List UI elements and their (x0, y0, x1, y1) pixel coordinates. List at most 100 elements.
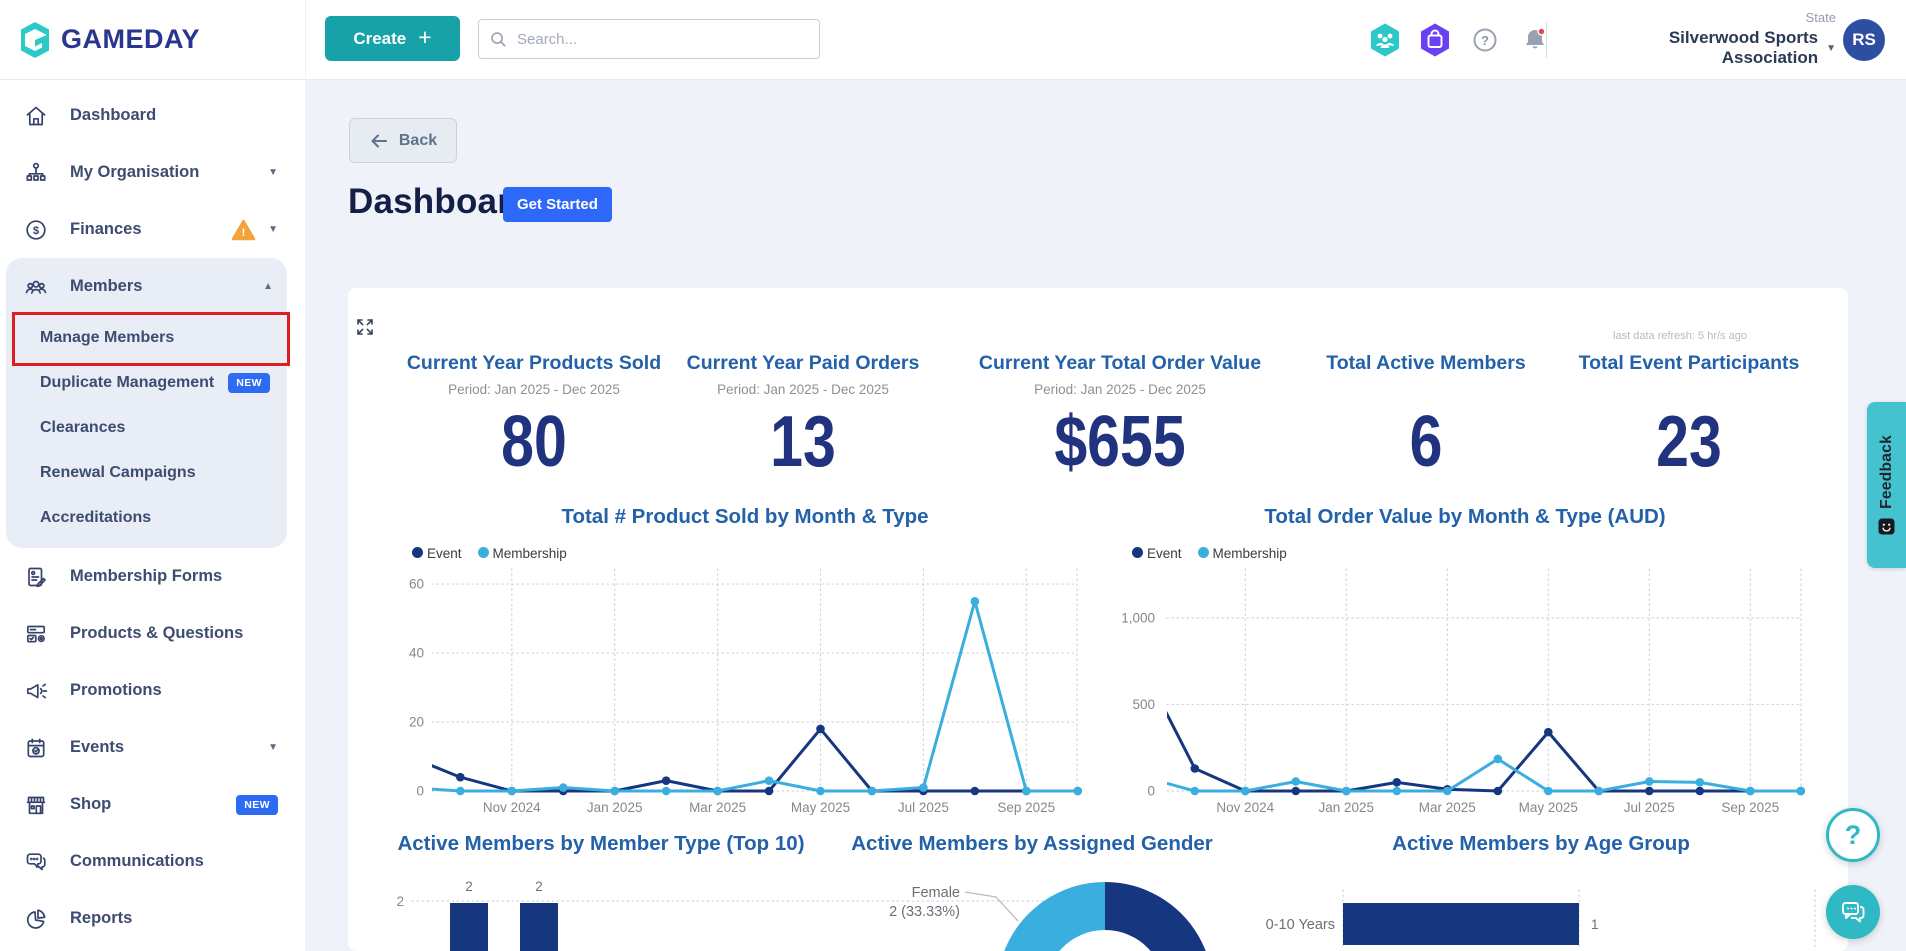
chevron-down-icon: ▼ (268, 167, 278, 178)
top-header: GAMEDAY Create + Search... ? State Silve… (0, 0, 1906, 80)
sidebar-item-shop[interactable]: Shop NEW (0, 776, 292, 833)
kpi-value: $655 (1054, 402, 1186, 482)
kpi-card-1: Current Year Paid Orders Period: Jan 2025… (672, 352, 934, 478)
expand-icon[interactable] (356, 318, 376, 338)
chart-products-sold-by-month: Total # Product Sold by Month & Type Eve… (395, 505, 1095, 835)
network-hexagon-icon[interactable] (1368, 22, 1402, 58)
svg-text:Nov 2024: Nov 2024 (483, 800, 541, 815)
home-icon (24, 104, 50, 128)
sidebar-subitem-clearances[interactable]: Clearances (6, 405, 287, 450)
org-level-label: State (1805, 10, 1836, 25)
create-button[interactable]: Create + (325, 16, 460, 61)
sidebar-item-label: Renewal Campaigns (40, 463, 196, 481)
chart-title: Total Order Value by Month & Type (AUD) (1264, 505, 1666, 528)
help-icon[interactable]: ? (1468, 22, 1502, 58)
sidebar-item-members[interactable]: Members ▲ (6, 258, 287, 315)
svg-text:May 2025: May 2025 (1519, 800, 1578, 815)
back-button[interactable]: Back (349, 118, 457, 163)
org-switcher[interactable]: State Silverwood Sports Association ▼ (1570, 10, 1836, 68)
legend-item-membership: Membership (1197, 546, 1287, 561)
svg-text:60: 60 (409, 577, 424, 592)
sidebar-item-label: Membership Forms (70, 567, 223, 585)
sidebar-item-label: Members (70, 277, 143, 295)
svg-text:Mar 2025: Mar 2025 (689, 800, 746, 815)
sidebar-item-promotions[interactable]: Promotions (0, 662, 292, 719)
sidebar-item-membership-forms[interactable]: Membership Forms (0, 548, 292, 605)
sidebar-item-label: Accreditations (40, 508, 152, 526)
sidebar-item-finances[interactable]: $ Finances! ▼ (0, 201, 292, 258)
kpi-card-3: Total Active Members 6 (1290, 352, 1562, 478)
svg-text:2: 2 (396, 894, 404, 909)
sidebar-item-events[interactable]: Events ▼ (0, 719, 292, 776)
kpi-period: Period: Jan 2025 - Dec 2025 (717, 382, 889, 397)
help-fab-button[interactable]: ? (1826, 808, 1880, 862)
search-icon (489, 30, 507, 48)
chat-bubbles-icon (1842, 902, 1865, 923)
kpi-value: 23 (1656, 402, 1722, 482)
sidebar-item-products-questions[interactable]: Products & Questions (0, 605, 292, 662)
sidebar-item-label: Promotions (70, 681, 162, 699)
org-chart-icon (24, 161, 50, 185)
sidebar-item-label: My Organisation (70, 163, 200, 181)
sidebar-item-label: Dashboard (70, 106, 157, 124)
sidebar-subitem-manage-members[interactable]: Manage Members (6, 315, 287, 360)
marketplace-hexagon-icon[interactable] (1418, 22, 1452, 58)
chat-fab-button[interactable] (1826, 885, 1880, 939)
sidebar-item-label: Manage Members (40, 328, 175, 346)
legend-bullet (412, 547, 423, 558)
search-input[interactable] (515, 29, 809, 49)
kpi-period (1290, 382, 1562, 400)
sidebar-item-label: Communications (70, 852, 204, 870)
create-button-label: Create (353, 28, 407, 48)
feedback-label: Feedback (1877, 434, 1895, 509)
search-box[interactable] (478, 19, 820, 59)
sidebar-item-dashboard[interactable]: Dashboard (0, 87, 292, 144)
plus-icon: + (418, 24, 432, 50)
feedback-tab[interactable]: Feedback (1867, 402, 1906, 568)
sidebar-subitem-duplicate-management[interactable]: Duplicate Management NEW (6, 360, 287, 405)
org-name: Silverwood Sports Association (1668, 28, 1819, 67)
svg-text:20: 20 (409, 715, 424, 730)
svg-text:Jul 2025: Jul 2025 (1624, 800, 1675, 815)
avatar[interactable]: RS (1843, 19, 1885, 61)
chart-order-value-by-month: Total Order Value by Month & Type (AUD) … (1115, 505, 1815, 835)
svg-text:Jul 2025: Jul 2025 (898, 800, 949, 815)
header-divider (1546, 22, 1547, 58)
chart-legend: Event Membership (412, 546, 567, 561)
sidebar-item-communications[interactable]: Communications (0, 833, 292, 890)
gameday-logo-icon (18, 21, 52, 59)
gameday-logo: GAMEDAY (0, 21, 298, 59)
sidebar-item-reports[interactable]: Reports (0, 890, 292, 947)
sidebar-nav: Dashboard My Organisation ▼ $ Finances! ▼ Memb… (0, 79, 292, 947)
legend-item-event: Event (1132, 546, 1182, 561)
kpi-title: Total Event Participants (1578, 352, 1800, 374)
legend-item-membership: Membership (477, 546, 567, 561)
svg-text:?: ? (1481, 33, 1489, 48)
svg-text:2: 2 (465, 879, 473, 894)
calendar-icon (24, 736, 50, 760)
sidebar-subitem-accreditations[interactable]: Accreditations (6, 495, 287, 540)
svg-text:Nov 2024: Nov 2024 (1216, 800, 1274, 815)
pie-chart-icon (24, 907, 50, 931)
sidebar-subitem-renewal-campaigns[interactable]: Renewal Campaigns (6, 450, 287, 495)
sidebar-item-my-organisation[interactable]: My Organisation ▼ (0, 144, 292, 201)
legend-bullet (477, 547, 489, 558)
header-divider (305, 0, 306, 79)
shop-icon (24, 793, 50, 817)
sidebar-item-label: Shop (70, 795, 112, 813)
kpi-title: Current Year Paid Orders (686, 352, 920, 374)
line-chart: 0 20 40 60 Nov 2024 Jan 2025 Mar 2025 May 2025 J… (409, 568, 1083, 815)
chart-title: Active Members by Assigned Gender (851, 832, 1213, 855)
warning-icon: ! (231, 219, 256, 241)
svg-text:2: 2 (535, 879, 543, 894)
sidebar-item-label: Events (70, 738, 125, 756)
svg-text:Jan 2025: Jan 2025 (587, 800, 643, 815)
chart-title: Total # Product Sold by Month & Type (561, 505, 929, 528)
chevron-down-icon: ▼ (268, 742, 278, 753)
get-started-button[interactable]: Get Started (503, 187, 612, 222)
svg-text:2 (33.33%): 2 (33.33%) (889, 904, 960, 920)
svg-text:Jan 2025: Jan 2025 (1319, 800, 1375, 815)
arrow-left-icon (371, 134, 387, 147)
chevron-down-icon: ▼ (268, 224, 278, 235)
bar-chart-age-group: 0-10 Years 1 (1266, 889, 1816, 948)
